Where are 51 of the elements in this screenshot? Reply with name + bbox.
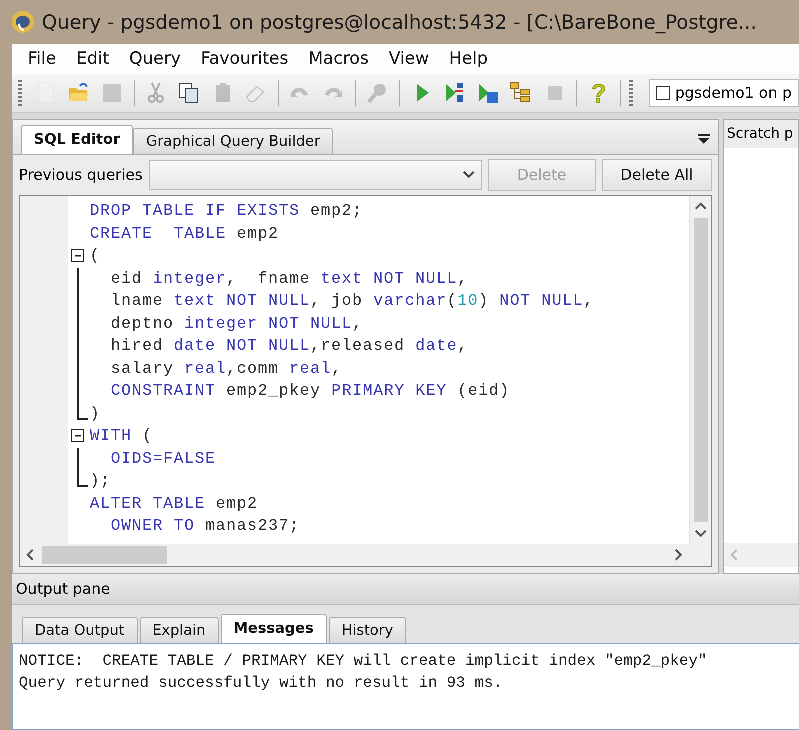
code-line: ( [90, 247, 101, 266]
horizontal-scrollbar[interactable] [724, 543, 798, 567]
connection-label: pgsdemo1 on p [675, 84, 792, 102]
vertical-scrollbar[interactable] [689, 196, 711, 544]
copy-icon [177, 81, 202, 105]
scratch-pad-title: Scratch p [724, 120, 798, 148]
code-line: eid integer, fname text NOT NULL, [110, 270, 468, 288]
play-save-icon [476, 81, 500, 105]
code-line: ); [90, 472, 112, 490]
chevron-left-icon[interactable] [26, 549, 34, 561]
output-tab[interactable]: Explain [140, 617, 219, 643]
code-line: OIDS=FALSE [110, 450, 216, 468]
chevron-down-icon[interactable] [694, 530, 706, 538]
connection-dropdown[interactable]: pgsdemo1 on p [649, 79, 799, 107]
code-line: ALTER TABLE emp2 [90, 494, 258, 513]
chevron-up-icon[interactable] [694, 202, 706, 210]
previous-queries-label: Previous queries [19, 166, 143, 184]
code-line: salary real,comm real, [110, 360, 342, 378]
code-line: hired date NOT NULL,released date, [110, 337, 468, 356]
code-line: OWNER TO manas237; [110, 517, 300, 536]
message-line: NOTICE: CREATE TABLE / PRIMARY KEY will create implicit index "emp2_pkey" [19, 651, 708, 672]
code-line: WITH ( [90, 427, 154, 446]
menu-item[interactable]: View [380, 49, 442, 69]
output-tab[interactable]: Messages [220, 614, 327, 643]
menu-item[interactable]: Query [121, 49, 194, 69]
code-line: DROP TABLE IF EXISTS emp2; [90, 202, 364, 220]
tree-diagram-icon [509, 81, 534, 105]
editor-tab[interactable]: SQL Editor [21, 125, 134, 154]
menu-item[interactable]: Help [441, 49, 500, 69]
code-line: deptno integer NOT NULL, [110, 314, 364, 333]
editor-tab[interactable]: Graphical Query Builder [133, 128, 334, 154]
menu-item[interactable]: File [20, 49, 68, 69]
code-line: CONSTRAINT emp2_pkey PRIMARY KEY (eid) [110, 382, 510, 400]
menu-item[interactable]: Edit [68, 49, 122, 69]
message-line: Query returned successfully with no result in 93 ms. [19, 673, 504, 694]
code-line: ) [90, 404, 101, 423]
window-title: Query - pgsdemo1 on postgres@localhost:5432 - [C:\BareBone_Postgre... [42, 10, 757, 34]
output-tab[interactable]: Data Output [22, 617, 138, 643]
chevron-right-icon[interactable] [675, 549, 683, 561]
output-tab[interactable]: History [328, 617, 406, 643]
fold-line-icon [77, 448, 79, 470]
checkbox[interactable] [656, 86, 670, 100]
chevron-down-icon [463, 171, 475, 179]
delete-all-button[interactable]: Delete All [602, 159, 712, 191]
caret-icon[interactable] [698, 134, 710, 144]
menu-item[interactable]: Macros [300, 49, 381, 69]
output-pane-title: Output pane [12, 574, 799, 605]
code-line: lname text NOT NULL, job varchar(10) NOT NULL, [110, 292, 594, 310]
code-line: CREATE TABLE emp2 [90, 224, 280, 243]
menu-item[interactable]: Favourites [193, 49, 301, 69]
horizontal-scrollbar[interactable] [20, 544, 689, 566]
